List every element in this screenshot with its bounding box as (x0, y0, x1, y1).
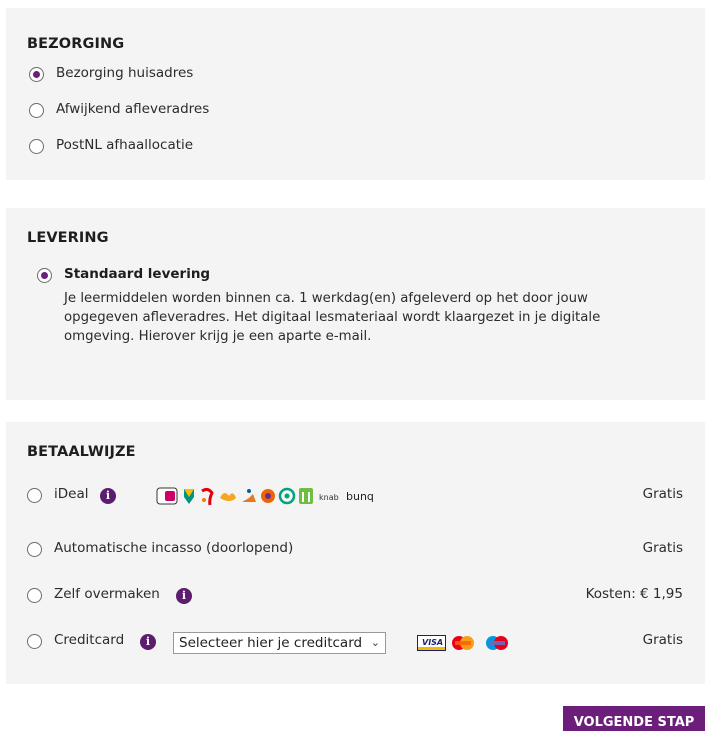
option-postnl-pickup[interactable]: PostNL afhaallocatie (56, 137, 193, 153)
bank-transfer-info-icon[interactable]: i (176, 588, 192, 604)
delivery-description: Je leermiddelen worden binnen ca. 1 werk… (64, 291, 601, 344)
rabobank-logo (201, 487, 214, 506)
option-bank-transfer[interactable]: Zelf overmaken (54, 586, 160, 602)
asn-logo (242, 489, 256, 502)
ideal-info-icon[interactable]: i (100, 488, 116, 504)
option-direct-debit[interactable]: Automatische incasso (doorlopend) (54, 540, 293, 556)
radio-other-address[interactable] (29, 103, 44, 118)
radio-home-address[interactable] (29, 67, 44, 82)
payment-title: BETAALWIJZE (27, 444, 136, 460)
creditcard-select[interactable]: Selecteer hier je creditcard ⌄ (173, 632, 386, 654)
regiobank-logo (278, 487, 296, 505)
radio-standard-delivery[interactable] (37, 268, 52, 283)
creditcard-price: Gratis (642, 632, 683, 648)
payment-panel: BETAALWIJZE iDeal i knab bunq Gratis Aut… (6, 422, 705, 684)
delivery-title: BEZORGING (27, 36, 125, 52)
visa-logo: VISA (417, 635, 446, 651)
ing-logo (299, 488, 313, 504)
ideal-price: Gratis (642, 486, 683, 502)
creditcard-select-value: Selecteer hier je creditcard (179, 635, 363, 651)
creditcard-info-icon[interactable]: i (140, 634, 156, 650)
radio-direct-debit[interactable] (27, 542, 42, 557)
bank-transfer-price: Kosten: € 1,95 (585, 586, 683, 602)
radio-postnl-pickup[interactable] (29, 139, 44, 154)
option-standard-delivery[interactable]: Standaard levering (64, 266, 210, 282)
knab-logo: knab (319, 493, 339, 502)
next-step-button[interactable]: VOLGENDE STAP (563, 706, 705, 731)
radio-creditcard[interactable] (27, 634, 42, 649)
option-creditcard[interactable]: Creditcard (54, 632, 124, 648)
visa-text: VISA (422, 638, 443, 647)
abn-amro-logo (184, 489, 194, 504)
mastercard-logo (452, 636, 474, 650)
chevron-down-icon: ⌄ (370, 636, 380, 649)
ideal-logo (156, 487, 178, 505)
option-ideal[interactable]: iDeal (54, 486, 88, 502)
bank-logos: knab bunq (156, 487, 374, 506)
maestro-logo (486, 636, 508, 650)
direct-debit-price: Gratis (642, 540, 683, 556)
radio-ideal[interactable] (27, 488, 42, 503)
option-other-address[interactable]: Afwijkend afleveradres (56, 101, 209, 117)
shipping-title: LEVERING (27, 230, 109, 246)
sns-logo (220, 492, 236, 501)
delivery-panel: BEZORGING Bezorging huisadres Afwijkend … (6, 8, 705, 180)
triodos-logo (261, 489, 275, 503)
shipping-panel: LEVERING Standaard levering Je leermidde… (6, 208, 705, 400)
radio-bank-transfer[interactable] (27, 588, 42, 603)
option-home-address[interactable]: Bezorging huisadres (56, 65, 193, 81)
card-logos: VISA (417, 635, 508, 651)
bunq-logo: bunq (346, 490, 374, 503)
